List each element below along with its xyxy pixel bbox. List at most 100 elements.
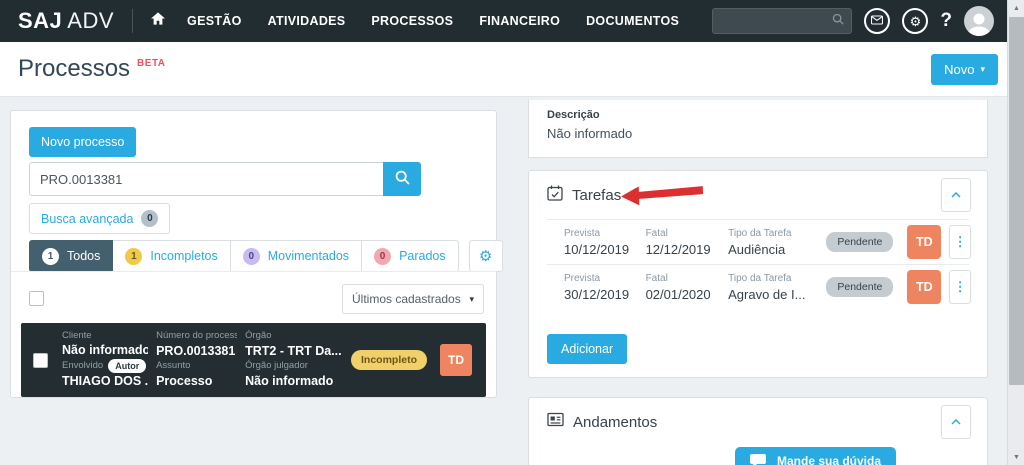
result-column-processo: Número do processo PRO.0013381 ... Assun… (156, 330, 237, 389)
task-tipo: Tipo da Tarefa Audiência (728, 226, 826, 259)
task-fatal: Fatal 02/01/2020 (646, 271, 729, 304)
advanced-search-label: Busca avançada (41, 211, 134, 226)
cliente-value: Não informado (62, 343, 149, 358)
browser-scrollbar[interactable]: ▲ ▼ (1007, 0, 1024, 465)
tab-movimentados-label: Movimentados (267, 249, 350, 263)
user-avatar[interactable] (964, 6, 994, 36)
new-dropdown-button[interactable]: Novo ▾ (931, 54, 998, 85)
task-avatar[interactable]: TD (907, 270, 942, 304)
task-prevista: Prevista 10/12/2019 (564, 226, 646, 259)
task-menu-button[interactable]: ⋮ (949, 270, 971, 304)
process-list-panel: Novo processo Busca avançada 0 1 Todos 1… (10, 110, 503, 398)
numero-value: PRO.0013381 ... (156, 344, 237, 359)
nav-divider (132, 9, 134, 33)
messages-button[interactable] (864, 8, 891, 34)
filter-settings-button[interactable]: ⚙ (468, 240, 503, 272)
andamentos-collapse-button[interactable] (941, 405, 971, 439)
assunto-label: Assunto (156, 360, 191, 371)
fatal-value: 12/12/2019 (645, 241, 711, 257)
tab-incompletos[interactable]: 1 Incompletos (113, 240, 231, 272)
nav-item-processos[interactable]: PROCESSOS (371, 14, 453, 28)
fatal-value: 02/01/2020 (645, 286, 711, 302)
chevron-down-icon: ▾ (980, 64, 985, 74)
scroll-down-arrow[interactable]: ▼ (1008, 449, 1024, 465)
top-navbar: SAJ ADV GESTÃO ATIVIDADES PROCESSOS FINA… (0, 0, 1024, 42)
tipo-value: Audiência (728, 241, 786, 257)
tab-parados-count: 0 (374, 247, 392, 265)
help-button[interactable]: ? (940, 10, 952, 32)
description-card: Descrição Não informado (528, 100, 988, 158)
task-fatal: Fatal 12/12/2019 (646, 226, 729, 259)
envolvido-label: Envolvido Autor (62, 359, 148, 374)
calendar-check-icon (547, 185, 563, 206)
task-status-badge: Pendente (826, 232, 894, 252)
orgao-julgador-label: Órgão julgador (245, 360, 308, 371)
scroll-up-arrow[interactable]: ▲ (1008, 0, 1024, 16)
prevista-value: 30/12/2019 (564, 286, 630, 302)
row-checkbox[interactable] (33, 352, 48, 368)
tab-parados[interactable]: 0 Parados (362, 240, 459, 272)
prevista-value: 10/12/2019 (564, 241, 630, 257)
numero-label: Número do processo (156, 330, 238, 342)
nav-item-gestao[interactable]: GESTÃO (187, 14, 242, 28)
tab-movimentados-count: 0 (242, 247, 260, 265)
search-submit-button[interactable] (383, 162, 421, 196)
list-icon (547, 412, 564, 432)
envolvido-value: THIAGO DOS ... (62, 374, 149, 389)
nav-item-financeiro[interactable]: FINANCEIRO (479, 14, 560, 28)
autor-badge: Autor (108, 359, 147, 374)
tab-todos-label: Todos (67, 249, 101, 263)
scrollbar-thumb[interactable] (1009, 17, 1024, 385)
task-prevista: Prevista 30/12/2019 (564, 271, 646, 304)
nav-home-button[interactable] (151, 12, 166, 30)
page-title: Processos (18, 55, 131, 82)
andamentos-card-header: Andamentos (529, 398, 987, 446)
search-icon (832, 12, 844, 30)
advanced-search-button[interactable]: Busca avançada 0 (29, 203, 171, 234)
speech-bubble-icon (750, 453, 766, 465)
process-result-row[interactable]: Cliente Não informado Envolvido Autor TH… (21, 323, 486, 397)
task-avatar[interactable]: TD (907, 225, 942, 259)
tarefas-collapse-button[interactable] (941, 178, 971, 212)
brand-logo-adv: ADV (67, 8, 115, 33)
new-process-button[interactable]: Novo processo (29, 127, 137, 157)
add-task-button[interactable]: Adicionar (547, 334, 628, 364)
chat-help-button[interactable]: Mande sua dúvida (735, 447, 897, 465)
orgao-julgador-value: Não informado (245, 373, 334, 388)
nav-item-atividades[interactable]: ATIVIDADES (268, 14, 346, 28)
process-search-input[interactable] (29, 162, 383, 196)
prevista-label: Prevista (564, 272, 601, 284)
brand-logo[interactable]: SAJ ADV (18, 8, 114, 34)
tarefas-card-header: Tarefas (529, 171, 987, 219)
settings-button[interactable]: ⚙ (902, 8, 929, 34)
status-badge: Incompleto (350, 350, 427, 370)
tab-movimentados[interactable]: 0 Movimentados (230, 240, 363, 272)
person-icon (967, 13, 991, 36)
nav-item-documentos[interactable]: DOCUMENTOS (586, 14, 679, 28)
result-column-cliente: Cliente Não informado Envolvido Autor TH… (62, 330, 148, 391)
sort-order-select[interactable]: Últimos cadastrados ▾ (342, 284, 484, 314)
new-dropdown-label: Novo (944, 62, 975, 77)
tab-todos[interactable]: 1 Todos (29, 240, 114, 272)
home-icon (151, 12, 166, 30)
task-row[interactable]: Prevista 30/12/2019 Fatal 02/01/2020 Tip… (529, 265, 987, 309)
orgao-value: TRT2 - TRT Da... (245, 344, 342, 359)
task-row[interactable]: Prevista 10/12/2019 Fatal 12/12/2019 Tip… (529, 220, 987, 264)
chevron-down-icon: ▾ (469, 293, 474, 304)
select-all-checkbox[interactable] (29, 291, 44, 306)
task-menu-button[interactable]: ⋮ (949, 225, 971, 259)
envelope-icon (871, 12, 884, 30)
tab-todos-count: 1 (42, 247, 59, 265)
responsible-avatar[interactable]: TD (440, 344, 472, 376)
global-search-input[interactable] (712, 8, 853, 34)
annotation-arrow (621, 182, 705, 211)
tipo-label: Tipo da Tarefa (728, 227, 792, 239)
andamentos-title: Andamentos (573, 413, 658, 431)
chevron-up-icon (951, 192, 961, 198)
tab-incompletos-count: 1 (125, 247, 143, 265)
beta-badge: BETA (137, 57, 166, 69)
advanced-search-count-badge: 0 (141, 210, 159, 227)
filter-tabs: 1 Todos 1 Incompletos 0 Movimentados 0 P… (29, 240, 503, 272)
task-tipo: Tipo da Tarefa Agravo de I... (728, 271, 826, 304)
fatal-label: Fatal (645, 227, 668, 239)
